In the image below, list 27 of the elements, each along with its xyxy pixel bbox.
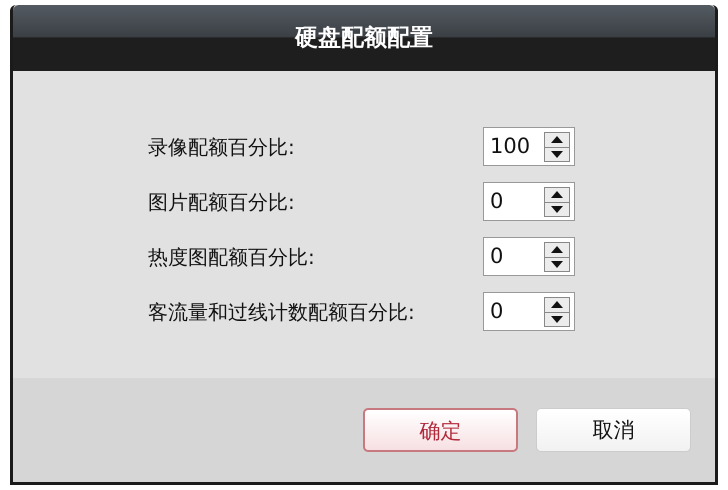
number-spinner[interactable]: 0 (483, 292, 575, 331)
field-label: 客流量和过线计数配额百分比: (148, 298, 416, 326)
field-label: 图片配额百分比: (148, 188, 296, 216)
number-field[interactable]: 100 (490, 130, 544, 162)
number-field[interactable]: 0 (490, 186, 544, 218)
number-spinner[interactable]: 0 (483, 237, 575, 276)
number-field[interactable]: 0 (490, 296, 544, 328)
up-arrow-icon (551, 191, 563, 198)
up-arrow-icon (551, 301, 563, 308)
cancel-button[interactable]: 取消 (536, 408, 691, 452)
decrement-button[interactable] (545, 146, 569, 160)
field-label: 录像配额百分比: (148, 134, 296, 160)
confirm-button[interactable]: 确定 (363, 408, 518, 452)
decrement-button[interactable] (545, 312, 569, 326)
up-arrow-icon (551, 136, 563, 143)
field-label: 热度图配额百分比: (148, 244, 316, 270)
down-arrow-icon (551, 206, 563, 212)
decrement-button[interactable] (545, 256, 569, 270)
window-title: 硬盘配额配置 (295, 24, 433, 53)
number-field[interactable]: 0 (490, 240, 544, 272)
down-arrow-icon (551, 260, 563, 268)
number-spinner[interactable]: 0 (483, 182, 575, 221)
down-arrow-icon (551, 316, 563, 322)
down-arrow-icon (551, 150, 563, 158)
up-arrow-icon (551, 246, 563, 253)
decrement-button[interactable] (545, 202, 569, 216)
number-spinner[interactable]: 100 (483, 127, 575, 166)
